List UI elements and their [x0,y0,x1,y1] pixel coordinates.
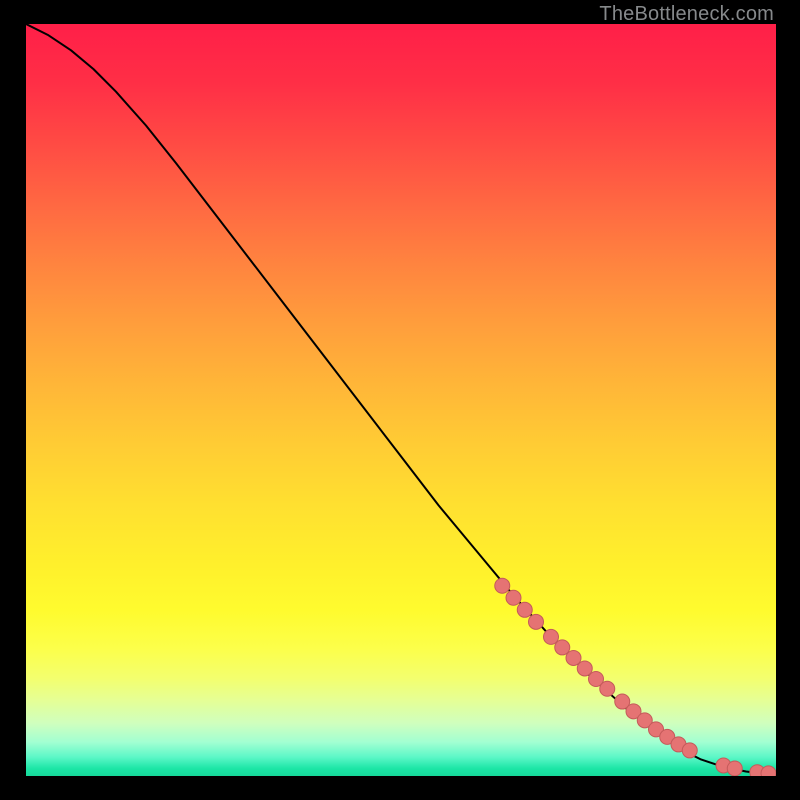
scatter-dot [506,590,521,605]
bottleneck-curve [26,24,776,774]
watermark-text: TheBottleneck.com [599,3,774,26]
scatter-dot [517,602,532,617]
scatter-dot [761,766,776,776]
scatter-dot [495,578,510,593]
chart-svg [26,24,776,776]
scatter-dot [727,761,742,776]
scatter-dots [495,578,776,776]
scatter-dot [682,743,697,758]
scatter-dot [600,681,615,696]
scatter-dot [529,614,544,629]
